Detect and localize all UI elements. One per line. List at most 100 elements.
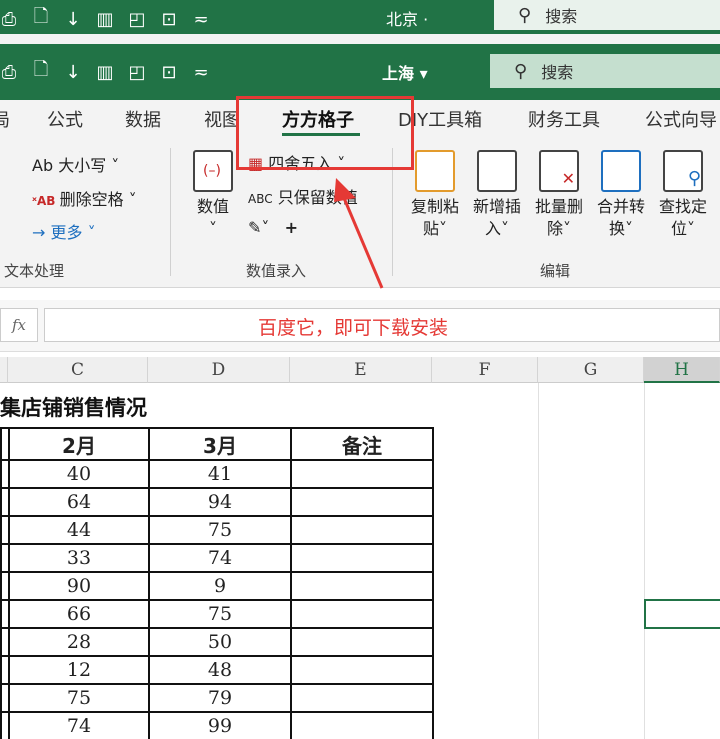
- save-icon[interactable]: ⎙: [0, 9, 18, 30]
- table-row: 64 94: [0, 487, 434, 517]
- table-cell[interactable]: 44: [8, 515, 150, 545]
- remark-cell[interactable]: [290, 683, 434, 713]
- remark-cell[interactable]: [290, 627, 434, 657]
- insert-label: 新增插 入˅: [472, 197, 521, 238]
- remark-cell[interactable]: [290, 571, 434, 601]
- chart-icon[interactable]: ▥: [96, 9, 114, 30]
- tab-formulas[interactable]: 公式: [47, 106, 83, 132]
- cell-b[interactable]: [0, 459, 10, 489]
- header-cell[interactable]: 2月: [8, 427, 150, 461]
- table-cell[interactable]: 41: [148, 459, 292, 489]
- column-header-e[interactable]: E: [290, 357, 432, 383]
- annotation-arrow: [334, 178, 384, 289]
- copy-paste-button[interactable]: 复制粘 贴˅: [406, 150, 464, 240]
- cell-b[interactable]: [0, 515, 10, 545]
- table-cell[interactable]: 40: [8, 459, 150, 489]
- more-button[interactable]: → 更多 ˅: [32, 219, 96, 243]
- table-cell[interactable]: 99: [148, 711, 292, 739]
- customize-qat-icon[interactable]: ≂: [192, 9, 210, 30]
- cell-b[interactable]: [0, 683, 10, 713]
- remark-cell[interactable]: [290, 655, 434, 685]
- table-cell[interactable]: 50: [148, 627, 292, 657]
- table-row: 12 48: [0, 655, 434, 685]
- header-cell[interactable]: 备注: [290, 427, 434, 461]
- remark-cell[interactable]: [290, 459, 434, 489]
- table-cell[interactable]: 75: [8, 683, 150, 713]
- remark-cell[interactable]: [290, 487, 434, 517]
- value-icon: (–): [193, 150, 233, 192]
- save-icon[interactable]: ⎙: [0, 62, 18, 83]
- table-cell[interactable]: 64: [8, 487, 150, 517]
- quick-access-toolbar: ⎙ 🗋 ↓ ▥ ◰ ⊡ ≂: [0, 4, 210, 34]
- table-cell[interactable]: 90: [8, 571, 150, 601]
- cell-b[interactable]: [0, 487, 10, 517]
- new-file-icon[interactable]: 🗋: [32, 57, 50, 87]
- table-cell[interactable]: 74: [8, 711, 150, 739]
- search-box[interactable]: ⚲ 搜索: [490, 54, 720, 88]
- table-cell[interactable]: 75: [148, 599, 292, 629]
- column-header-c[interactable]: C: [8, 357, 148, 383]
- tab-view[interactable]: 视图: [204, 106, 240, 132]
- search-box[interactable]: ⚲ 搜索: [494, 0, 720, 30]
- value-button[interactable]: (–) 数值 ˅: [184, 150, 242, 240]
- remove-space-button[interactable]: ˣAB 删除空格 ˅: [32, 186, 137, 210]
- column-header-f[interactable]: F: [432, 357, 538, 383]
- tab-formula-wizard[interactable]: 公式向导: [645, 106, 717, 132]
- table-cell[interactable]: 79: [148, 683, 292, 713]
- remark-cell[interactable]: [290, 515, 434, 545]
- find-locate-button[interactable]: ⚲ 查找定 位˅: [654, 150, 712, 240]
- selected-cell[interactable]: [644, 599, 720, 629]
- value-button-label: 数值: [196, 197, 229, 216]
- table-cell[interactable]: 33: [8, 543, 150, 573]
- remark-cell[interactable]: [290, 599, 434, 629]
- table-cell[interactable]: 75: [148, 515, 292, 545]
- tab-finance-tools[interactable]: 财务工具: [528, 106, 600, 132]
- column-header-g[interactable]: G: [538, 357, 644, 383]
- remark-cell[interactable]: [290, 711, 434, 739]
- tab-data[interactable]: 数据: [125, 106, 161, 132]
- table-cell[interactable]: 28: [8, 627, 150, 657]
- insert-button[interactable]: 新增插 入˅: [468, 150, 526, 240]
- case-button[interactable]: Ab 大小写 ˅: [32, 152, 119, 176]
- remove-space-icon: ˣAB: [32, 194, 60, 208]
- cell-b[interactable]: [0, 571, 10, 601]
- shapes-icon[interactable]: ◰: [128, 9, 146, 30]
- table-cell[interactable]: 74: [148, 543, 292, 573]
- table-cell[interactable]: 12: [8, 655, 150, 685]
- edit-icon[interactable]: ✎˅: [248, 218, 269, 237]
- tab-layout[interactable]: 局: [0, 106, 10, 132]
- search-icon: ⚲: [514, 60, 528, 82]
- table-cell[interactable]: 48: [148, 655, 292, 685]
- plus-icon[interactable]: +: [285, 218, 298, 237]
- cell-b[interactable]: [0, 711, 10, 739]
- sort-icon[interactable]: ↓: [64, 62, 82, 83]
- merge-convert-button[interactable]: 合并转 换˅: [592, 150, 650, 240]
- print-preview-icon[interactable]: 🗋: [32, 4, 50, 34]
- chart-icon[interactable]: ▥: [96, 62, 114, 83]
- table-header-row: 2月 3月 备注: [0, 427, 434, 461]
- cell-b[interactable]: [0, 599, 10, 629]
- function-icon[interactable]: fx: [0, 308, 38, 342]
- header-cell[interactable]: 3月: [148, 427, 292, 461]
- customize-qat-icon[interactable]: ≂: [192, 62, 210, 83]
- sheet-title[interactable]: 集店铺销售情况: [0, 392, 147, 422]
- shapes-icon[interactable]: ◰: [128, 62, 146, 83]
- remark-cell[interactable]: [290, 543, 434, 573]
- workbook-name[interactable]: 上海 ▾: [382, 60, 428, 84]
- table-cell[interactable]: 94: [148, 487, 292, 517]
- find-locate-label: 查找定 位˅: [658, 197, 707, 238]
- sort-icon[interactable]: ↓: [64, 9, 82, 30]
- cell-b[interactable]: [0, 655, 10, 685]
- cell-b[interactable]: [0, 627, 10, 657]
- workbook-name[interactable]: 北京 ·: [386, 6, 428, 30]
- column-header-d[interactable]: D: [148, 357, 290, 383]
- cell-b[interactable]: [0, 543, 10, 573]
- batch-delete-button[interactable]: ✕ 批量删 除˅: [530, 150, 588, 240]
- table-cell[interactable]: 9: [148, 571, 292, 601]
- header-cell-b[interactable]: [0, 427, 10, 461]
- column-header-h[interactable]: H: [644, 357, 720, 383]
- column-header-b[interactable]: [0, 357, 8, 383]
- text-box-icon[interactable]: ⊡: [160, 9, 178, 30]
- text-box-icon[interactable]: ⊡: [160, 62, 178, 83]
- table-cell[interactable]: 66: [8, 599, 150, 629]
